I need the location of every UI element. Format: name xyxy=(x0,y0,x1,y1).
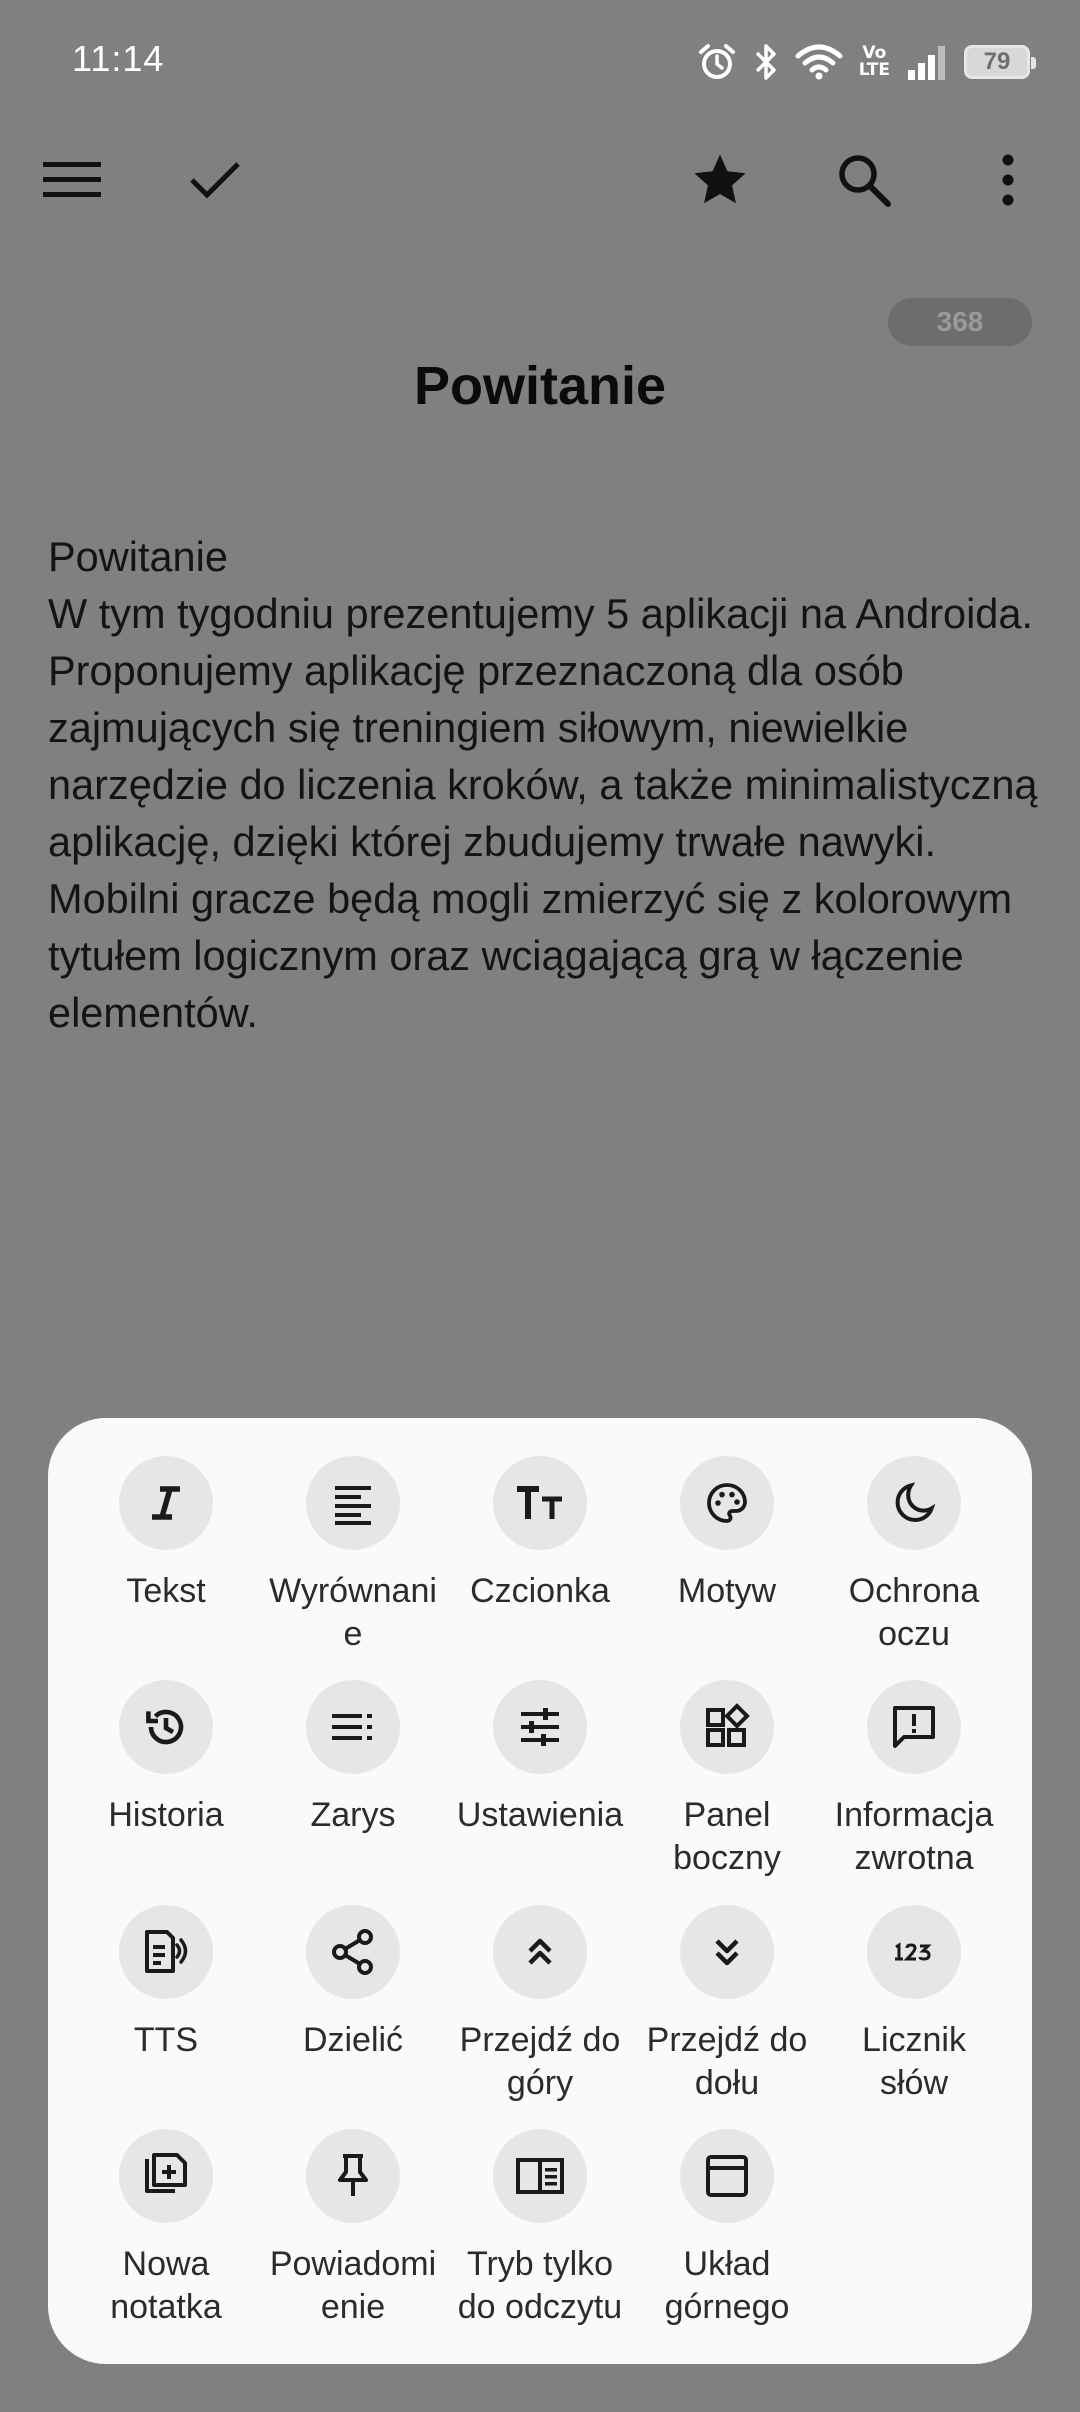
menu-item-top-layout[interactable]: Układ górnego xyxy=(633,2129,821,2329)
menu-item-eye-protection[interactable]: Ochrona oczu xyxy=(820,1456,1008,1656)
font-size-icon xyxy=(517,1486,562,1519)
note-title[interactable]: Powitanie xyxy=(0,355,1080,417)
top-layout-icon xyxy=(706,2155,748,2197)
clock: 11:14 xyxy=(72,38,165,79)
menu-item-read-only[interactable]: Tryb tylko do odczytu xyxy=(446,2129,634,2329)
wifi-icon xyxy=(795,44,843,80)
menu-item-theme[interactable]: Motyw xyxy=(633,1456,821,1613)
search-button[interactable] xyxy=(824,140,904,220)
sliders-icon xyxy=(521,1708,559,1746)
double-chevron-up-icon xyxy=(528,1938,552,1965)
menu-label: Ustawienia xyxy=(456,1796,624,1834)
menu-label: Ochrona oczu xyxy=(848,1572,980,1653)
save-button[interactable] xyxy=(175,140,255,220)
menu-item-settings[interactable]: Ustawienia xyxy=(446,1680,634,1837)
number-123-icon xyxy=(895,1942,932,1961)
menu-item-font[interactable]: Czcionka xyxy=(446,1456,634,1613)
battery-icon: 79 xyxy=(964,45,1036,79)
menu-item-alignment[interactable]: Wyrównani e xyxy=(259,1456,447,1656)
menu-item-word-count[interactable]: Licznik słów xyxy=(820,1905,1008,2105)
menu-label: TTS xyxy=(133,2021,199,2059)
palette-icon xyxy=(707,1483,747,1523)
widgets-icon xyxy=(706,1703,750,1747)
italic-text-icon xyxy=(152,1486,180,1520)
options-menu: Tekst Wyrównani e Czcionka Motyw Ochrona… xyxy=(48,1418,1032,2364)
history-icon xyxy=(146,1709,184,1745)
share-icon xyxy=(332,1929,373,1975)
pin-icon xyxy=(338,2154,368,2196)
moon-icon xyxy=(895,1482,936,1523)
menu-label: Przejdź do góry xyxy=(459,2021,621,2102)
search-icon xyxy=(839,155,891,207)
menu-item-scroll-bottom[interactable]: Przejdź do dołu xyxy=(633,1905,821,2105)
menu-label: Przejdź do dołu xyxy=(646,2021,808,2102)
menu-item-notification[interactable]: Powiadomi enie xyxy=(259,2129,447,2329)
menu-item-new-note[interactable]: Nowa notatka xyxy=(72,2129,260,2329)
text-to-speech-icon xyxy=(145,1930,188,1973)
feedback-icon xyxy=(893,1706,935,1748)
menu-item-scroll-top[interactable]: Przejdź do góry xyxy=(446,1905,634,2105)
menu-label: Informacja zwrotna xyxy=(834,1796,994,1877)
character-count-badge: 368 xyxy=(888,298,1032,346)
menu-label: Nowa notatka xyxy=(110,2245,222,2326)
menu-label: Motyw xyxy=(677,1572,777,1610)
status-icons: Vo LTE 79 xyxy=(697,38,1036,86)
menu-label: Panel boczny xyxy=(673,1796,781,1877)
menu-label: Tryb tylko do odczytu xyxy=(457,2245,623,2326)
reader-mode-icon xyxy=(516,2158,564,2194)
menu-label: Historia xyxy=(108,1796,224,1834)
menu-item-text[interactable]: Tekst xyxy=(72,1456,260,1613)
more-vert-icon xyxy=(1002,154,1014,206)
menu-label: Powiadomi enie xyxy=(269,2245,437,2326)
align-left-icon xyxy=(335,1486,371,1525)
menu-label: Zarys xyxy=(310,1796,396,1834)
menu-label: Układ górnego xyxy=(664,2245,790,2326)
more-options-button[interactable] xyxy=(968,140,1048,220)
menu-label: Dzielić xyxy=(302,2021,404,2059)
check-icon xyxy=(190,162,240,199)
menu-label: Tekst xyxy=(126,1572,206,1610)
volte-icon: Vo LTE xyxy=(858,43,890,80)
add-note-icon xyxy=(145,2153,187,2193)
favorite-button[interactable] xyxy=(680,140,760,220)
star-icon xyxy=(694,154,746,204)
bluetooth-icon xyxy=(755,44,776,80)
menu-label: Wyrównani e xyxy=(269,1572,437,1653)
menu-label: Czcionka xyxy=(470,1572,610,1610)
menu-item-side-panel[interactable]: Panel boczny xyxy=(633,1680,821,1880)
menu-button[interactable] xyxy=(32,140,112,220)
alarm-icon xyxy=(698,44,735,79)
menu-item-outline[interactable]: Zarys xyxy=(259,1680,447,1837)
menu-item-feedback[interactable]: Informacja zwrotna xyxy=(820,1680,1008,1880)
signal-icon xyxy=(908,46,945,80)
status-bar: 11:14 Vo LTE 79 xyxy=(0,0,1080,120)
menu-item-history[interactable]: Historia xyxy=(72,1680,260,1837)
note-body[interactable]: Powitanie W tym tygodniu prezentujemy 5 … xyxy=(48,528,1038,1041)
menu-item-tts[interactable]: TTS xyxy=(72,1905,260,2062)
outline-list-icon xyxy=(332,1714,372,1740)
battery-level: 79 xyxy=(983,48,1011,75)
double-chevron-down-icon xyxy=(715,1939,739,1966)
menu-item-share[interactable]: Dzielić xyxy=(259,1905,447,2062)
menu-icon xyxy=(43,162,101,197)
menu-label: Licznik słów xyxy=(862,2021,966,2102)
